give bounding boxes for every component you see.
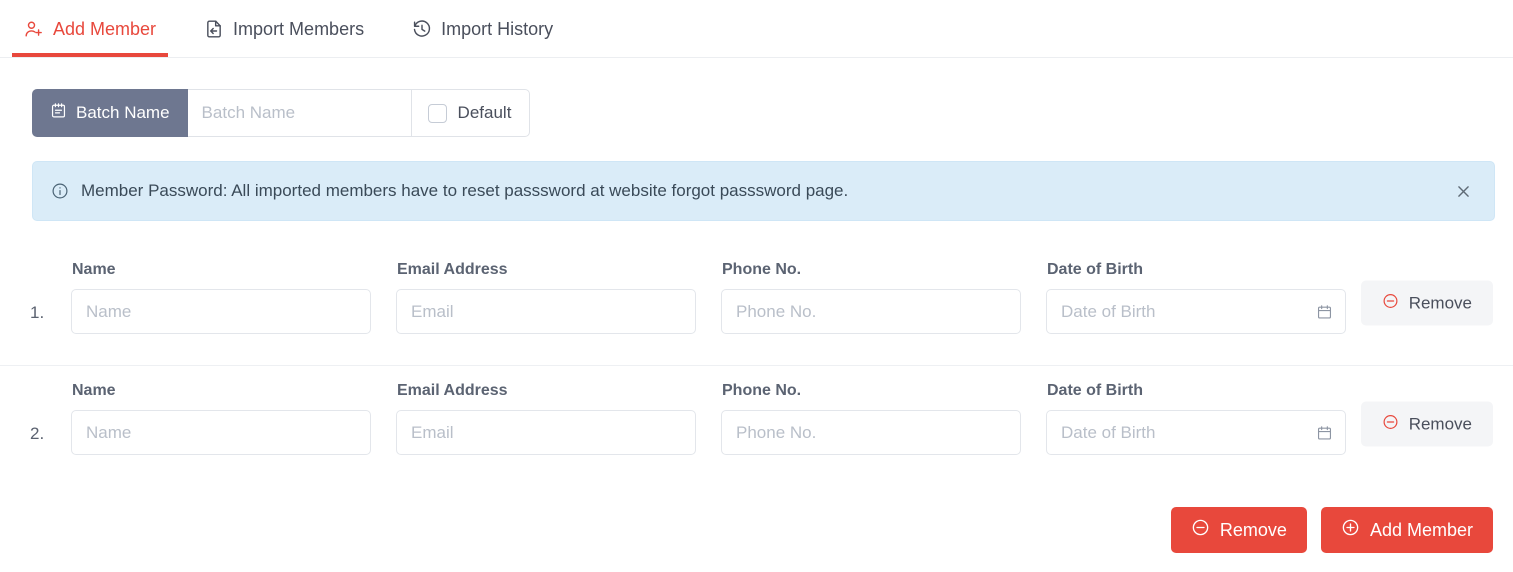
plus-circle-icon — [1341, 518, 1360, 542]
row-index: 1. — [30, 303, 45, 322]
dob-label: Date of Birth — [1047, 382, 1143, 399]
minus-circle-icon — [1382, 292, 1399, 314]
batch-name-input[interactable] — [187, 89, 411, 137]
add-member-page: Add Member Import Members Import History… — [0, 0, 1513, 572]
name-input[interactable] — [71, 289, 371, 334]
dob-label: Date of Birth — [1047, 261, 1143, 278]
user-add-icon — [24, 19, 44, 39]
phone-label: Phone No. — [722, 382, 802, 399]
row-fields: Name Email Address Phone No. Date of Bir… — [71, 383, 1371, 455]
clock-history-icon — [412, 19, 432, 39]
dob-field-group: Date of Birth — [1046, 262, 1346, 334]
dob-input[interactable] — [1046, 410, 1346, 455]
row-index: 2. — [30, 424, 45, 443]
phone-label: Phone No. — [722, 261, 802, 278]
minus-circle-icon — [1191, 518, 1210, 542]
tab-add-member[interactable]: Add Member — [0, 0, 180, 57]
dob-input-wrapper — [1046, 410, 1346, 455]
dob-input[interactable] — [1046, 289, 1346, 334]
row-remove-label: Remove — [1408, 293, 1472, 312]
tab-import-history-label: Import History — [441, 18, 554, 39]
email-label: Email Address — [397, 261, 508, 278]
name-field-group: Name — [71, 262, 371, 334]
table-row: 1. Name Email Address Phone No. Date of … — [0, 245, 1513, 365]
member-rows: 1. Name Email Address Phone No. Date of … — [0, 245, 1513, 485]
schedule-icon — [50, 102, 67, 124]
email-label: Email Address — [397, 382, 508, 399]
email-field-group: Email Address — [396, 383, 696, 455]
row-remove-button[interactable]: Remove — [1360, 401, 1493, 447]
row-fields: Name Email Address Phone No. Date of Bir… — [71, 262, 1371, 334]
phone-field-group: Phone No. — [721, 262, 1021, 334]
phone-field-group: Phone No. — [721, 383, 1021, 455]
email-input[interactable] — [396, 289, 696, 334]
name-input[interactable] — [71, 410, 371, 455]
phone-input[interactable] — [721, 289, 1021, 334]
name-label: Name — [72, 261, 116, 278]
add-member-button[interactable]: Add Member — [1320, 507, 1493, 553]
default-checkbox-wrapper[interactable]: Default — [410, 89, 531, 137]
dob-field-group: Date of Birth — [1046, 383, 1346, 455]
name-label: Name — [72, 382, 116, 399]
footer-actions: Remove Add Member — [1170, 507, 1493, 553]
minus-circle-icon — [1382, 413, 1399, 435]
member-password-alert: Member Password: All imported members ha… — [32, 161, 1495, 221]
add-member-button-label: Add Member — [1369, 519, 1473, 540]
row-remove-button[interactable]: Remove — [1360, 280, 1493, 326]
batch-name-prefix-label: Batch Name — [76, 103, 170, 122]
batch-name-prefix: Batch Name — [32, 89, 188, 137]
alert-message: Member Password: All imported members ha… — [81, 180, 849, 200]
tab-import-members-label: Import Members — [233, 18, 365, 39]
default-checkbox[interactable] — [427, 103, 447, 123]
email-input[interactable] — [396, 410, 696, 455]
phone-input[interactable] — [721, 410, 1021, 455]
remove-button-label: Remove — [1219, 519, 1287, 540]
dob-input-wrapper — [1046, 289, 1346, 334]
remove-button[interactable]: Remove — [1170, 507, 1307, 553]
default-checkbox-label: Default — [457, 103, 512, 122]
tab-import-members[interactable]: Import Members — [180, 0, 388, 57]
name-field-group: Name — [71, 383, 371, 455]
batch-name-group: Batch Name Default — [32, 89, 531, 137]
close-icon[interactable] — [1448, 176, 1478, 206]
tab-add-member-label: Add Member — [53, 18, 157, 39]
file-import-icon — [204, 19, 224, 39]
tab-import-history[interactable]: Import History — [388, 0, 577, 57]
table-row: 2. Name Email Address Phone No. Date of … — [0, 365, 1513, 485]
tab-bar: Add Member Import Members Import History — [0, 0, 1513, 58]
email-field-group: Email Address — [396, 262, 696, 334]
row-remove-label: Remove — [1408, 414, 1472, 433]
info-circle-icon — [51, 182, 69, 200]
